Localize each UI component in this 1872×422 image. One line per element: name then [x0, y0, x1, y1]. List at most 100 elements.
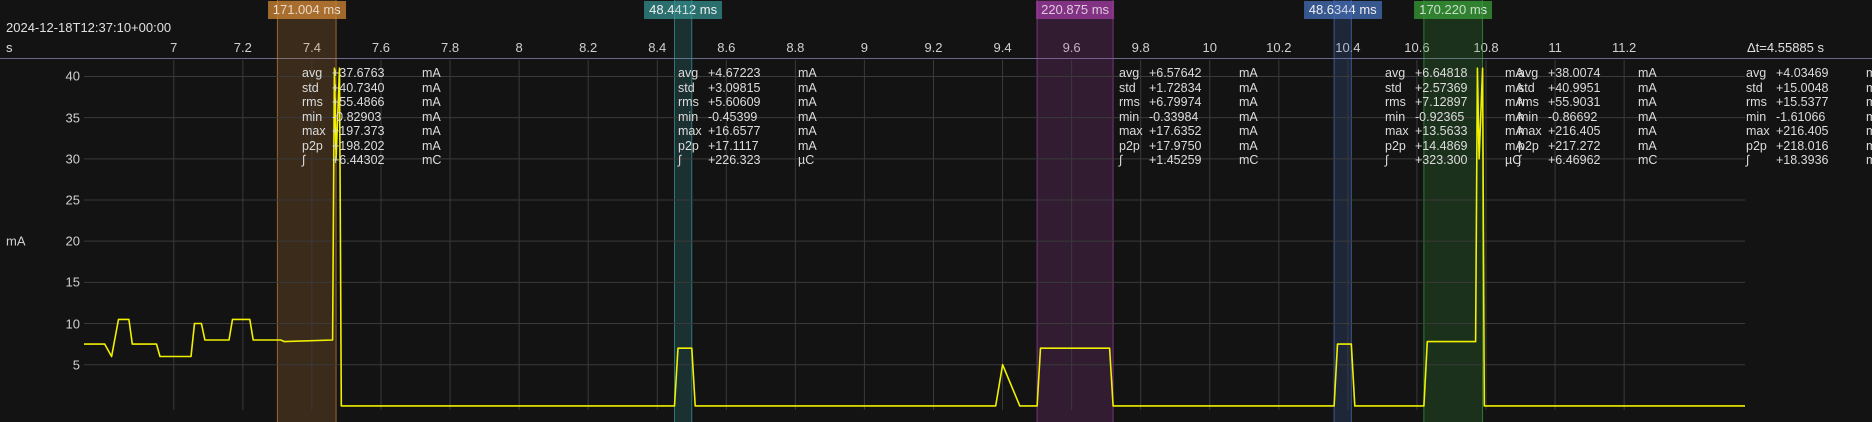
y-tick-label: 5 — [72, 357, 80, 373]
stat-value: +14.4869 — [1415, 138, 1468, 153]
stat-unit: mC — [1638, 153, 1658, 167]
stat-value: -0.82903 — [332, 109, 382, 124]
stats-row-max: max +16.6577 mA — [678, 124, 818, 139]
stats-row-std: std +40.7340 mA — [302, 81, 442, 96]
stats-row-p2p: p2p +17.9750 mA — [1119, 139, 1259, 154]
stat-value: +40.7340 — [332, 80, 385, 95]
stats-row-max: max +197.373 mA — [302, 124, 442, 139]
stats-row-min: min -0.82903 mA — [302, 110, 442, 125]
stats-row-rms: rms +6.79974 mA — [1119, 95, 1259, 110]
stats-row-avg: avg +6.64818 mA — [1385, 66, 1525, 81]
stats-row-std: std +40.9951 mA — [1518, 81, 1658, 96]
marker-region — [1423, 0, 1483, 422]
stat-unit: mA — [798, 124, 817, 138]
stat-value: +2.57369 — [1415, 80, 1468, 95]
stats-row-int: ∫ +226.323 µC — [678, 153, 818, 168]
stats-panel: avg+4.03469mAstd+15.0048mArms+15.5377mAm… — [1746, 66, 1872, 168]
stat-key: std — [1119, 80, 1136, 95]
stat-unit: mA — [1638, 138, 1657, 153]
stats-row-avg: avg +38.0074 mA — [1518, 66, 1658, 81]
stat-value: +55.9031 — [1548, 95, 1601, 109]
stats-row-avg: avg +6.57642 mA — [1119, 66, 1259, 81]
stat-key: std — [1746, 80, 1763, 95]
stat-value: +17.1117 — [708, 138, 759, 153]
stats-row-min: min -1.61066 mA — [1746, 110, 1872, 125]
stat-value: +15.0048 — [1776, 80, 1829, 95]
stat-unit: mA — [798, 109, 817, 124]
stats-row-std: std +2.57369 mA — [1385, 81, 1525, 96]
stat-key: max — [1385, 124, 1409, 138]
stats-row-int: ∫ +6.44302 mC — [302, 153, 442, 168]
stat-key: avg — [1119, 66, 1140, 80]
stat-unit: mA — [1638, 66, 1657, 80]
stat-unit: mA — [1866, 124, 1872, 138]
stats-row-rms: rms +7.12897 mA — [1385, 95, 1525, 110]
stats-row-p2p: p2p +17.1117 mA — [678, 139, 818, 154]
stat-value: +6.79974 — [1149, 95, 1202, 109]
stat-key: max — [1518, 124, 1542, 138]
stat-value: +218.016 — [1776, 138, 1829, 153]
y-tick-label: 30 — [65, 151, 80, 167]
stat-key: ∫ — [678, 153, 682, 167]
stat-value: +217.272 — [1548, 138, 1601, 153]
stat-value: +18.3936 — [1776, 153, 1829, 167]
stat-key: rms — [1119, 95, 1140, 109]
stat-unit: mA — [422, 95, 441, 109]
stats-row-rms: rms +15.5377 mA — [1746, 95, 1872, 110]
stat-key: avg — [1518, 66, 1539, 80]
stat-value: +4.67223 — [708, 66, 761, 80]
stats-row-rms: rms +55.4866 mA — [302, 95, 442, 110]
stat-value: -1.61066 — [1776, 109, 1826, 124]
current-trace-plot[interactable] — [0, 0, 1872, 422]
stat-value: -0.92365 — [1415, 109, 1465, 124]
stat-key: ∫ — [1518, 153, 1522, 167]
stats-row-std: std +1.72834 mA — [1119, 81, 1259, 96]
stat-value: +37.6763 — [332, 66, 385, 80]
stat-value: +323.300 — [1415, 153, 1468, 167]
stats-row-int: ∫ +6.46962 mC — [1518, 153, 1658, 168]
stat-value: +17.6352 — [1149, 124, 1202, 138]
stat-unit: mA — [1239, 124, 1258, 138]
stats-row-max: max +13.5633 mA — [1385, 124, 1525, 139]
y-tick-label: 15 — [65, 274, 80, 290]
stat-unit: µC — [798, 153, 815, 167]
stats-row-rms: rms +5.60609 mA — [678, 95, 818, 110]
stat-unit: mA — [1638, 124, 1657, 138]
stat-unit: mA — [798, 138, 817, 153]
stats-panel: avg +38.0074 mA std +40.9951 mA rms +55.9031 mA m… — [1518, 66, 1658, 168]
stat-key: avg — [1385, 66, 1406, 80]
stat-unit: mA — [798, 95, 817, 109]
stat-key: min — [1518, 109, 1539, 124]
stat-value: +16.6577 — [708, 124, 761, 138]
stat-key: min — [302, 109, 323, 124]
stat-value: +1.72834 — [1149, 80, 1202, 95]
y-tick-label: 10 — [65, 316, 80, 332]
stats-row-avg: avg +37.6763 mA — [302, 66, 442, 81]
stat-key: min — [1385, 109, 1406, 124]
stat-key: std — [302, 80, 319, 95]
stat-unit: mC — [1239, 153, 1259, 167]
stats-row-min: min -0.86692 mA — [1518, 110, 1658, 125]
stats-panel: avg +4.67223 mA std +3.09815 mA rms +5.60609 mA m… — [678, 66, 818, 168]
y-tick-label: 35 — [65, 110, 80, 126]
stat-key: p2p — [302, 138, 323, 153]
stat-value: -0.33984 — [1149, 109, 1199, 124]
stats-row-p2p: p2p +218.016 mA — [1746, 139, 1872, 154]
stat-value: +6.64818 — [1415, 66, 1468, 80]
stat-unit: mA — [1866, 66, 1872, 80]
stats-row-int: ∫ +18.3936 mC — [1746, 153, 1872, 168]
stat-key: max — [1119, 124, 1143, 138]
stat-key: rms — [1385, 95, 1406, 109]
stats-panel: avg +6.64818 mA std +2.57369 mA rms +7.12897 mA m… — [1385, 66, 1525, 168]
stat-value: -0.86692 — [1548, 109, 1598, 124]
stat-value: +6.57642 — [1149, 66, 1202, 80]
stat-unit: mA — [1239, 138, 1258, 153]
stat-unit: mA — [1239, 66, 1258, 80]
stat-value: +55.4866 — [332, 95, 385, 109]
stat-key: avg — [302, 66, 323, 80]
stat-value: +4.03469 — [1776, 66, 1829, 80]
stat-key: rms — [302, 95, 323, 109]
stat-unit: mA — [798, 80, 817, 95]
y-tick-label: 40 — [65, 68, 80, 84]
stats-row-max: max +216.405 mA — [1746, 124, 1872, 139]
